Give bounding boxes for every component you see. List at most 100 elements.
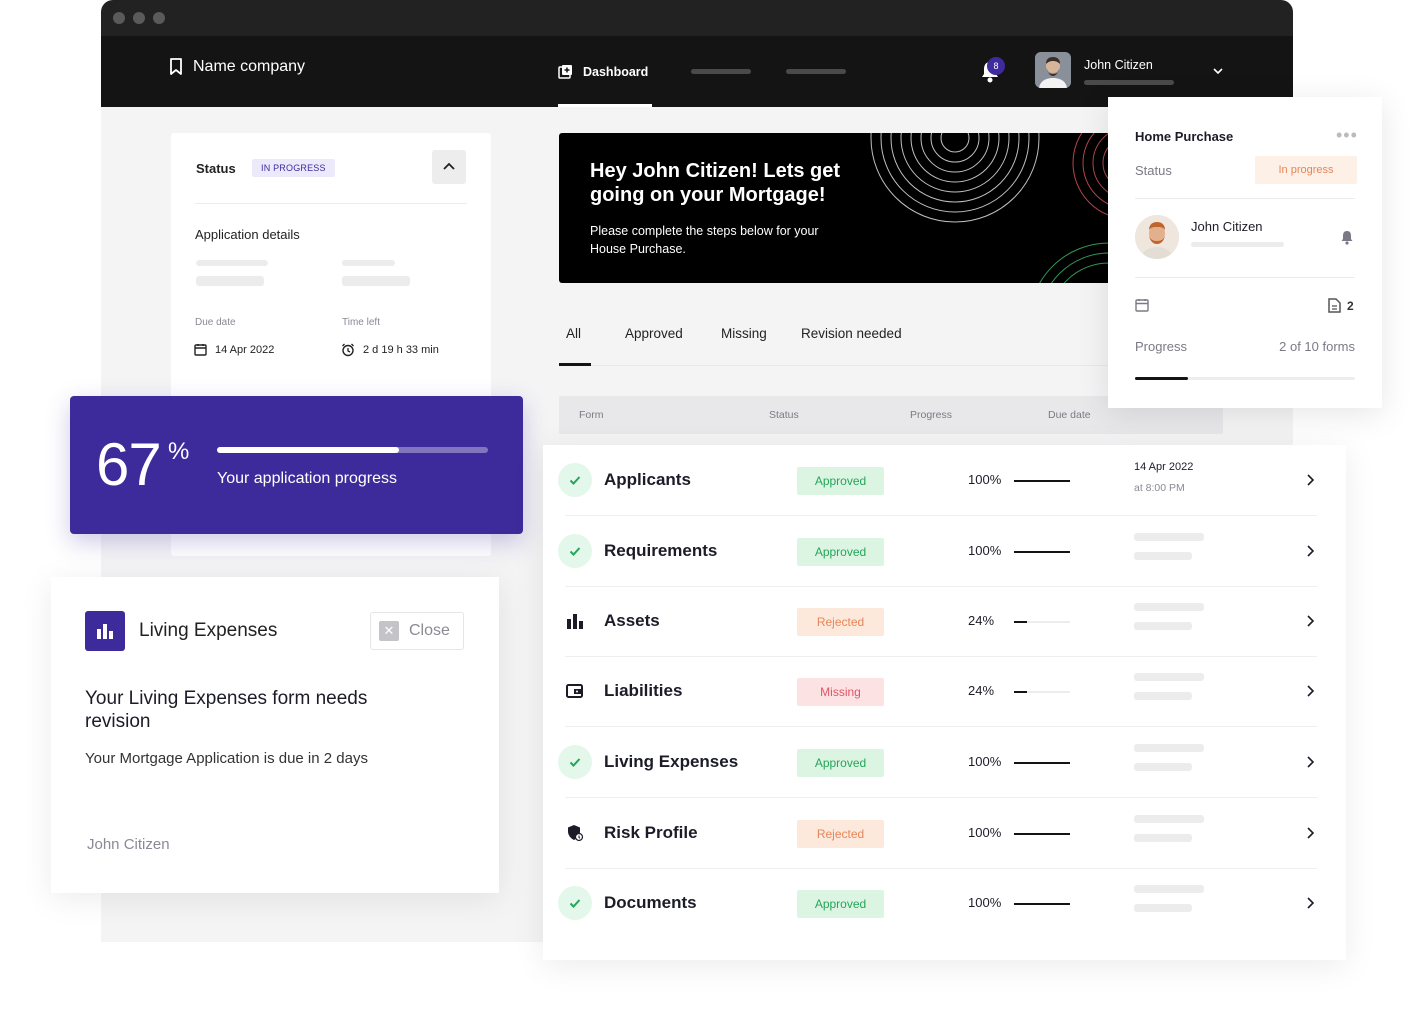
alarm-clock-icon [342,343,354,357]
close-button[interactable]: ✕ Close [370,612,464,650]
row-form-name[interactable]: Risk Profile [604,823,698,843]
window-close-dot[interactable] [113,12,125,24]
due-date-placeholder [1134,815,1204,823]
table-row[interactable]: Living Expenses Approved 100% [543,727,1346,797]
banner-title: Hey John Citizen! Lets get going on your… [590,160,841,206]
table-row[interactable]: Applicants Approved 100% 14 Apr 2022 at 8:00… [543,445,1346,515]
row-progress-percent: 100% [968,472,1002,487]
row-progress-bar [1014,903,1070,905]
chevron-down-icon[interactable] [1211,64,1225,78]
tab-all[interactable]: All [566,326,581,341]
shield-icon [558,816,592,850]
document-count: 2 [1328,298,1354,313]
due-date-placeholder [1134,552,1192,560]
user-avatar[interactable] [1035,52,1071,88]
row-progress-percent: 100% [968,895,1002,910]
nav-tab-placeholder[interactable] [786,69,846,74]
row-status-badge: Rejected [797,608,884,636]
home-purchase-progress-fill [1135,377,1188,380]
chevron-right-icon[interactable] [1303,614,1317,628]
close-icon: ✕ [379,621,399,641]
nav-tab-dashboard-label: Dashboard [583,64,649,79]
detail-placeholder [342,260,395,266]
due-date-placeholder [1134,692,1192,700]
row-progress-percent: 100% [968,543,1002,558]
avatar-portrait-icon [1135,215,1179,259]
notification-count-badge: 8 [987,57,1005,75]
due-date-text: 14 Apr 2022 [215,343,275,356]
row-form-name[interactable]: Living Expenses [604,752,738,772]
welcome-banner: Hey John Citizen! Lets get going on your… [559,133,1119,283]
table-row[interactable]: Assets Rejected 24% [543,586,1346,656]
document-icon [1328,298,1341,313]
row-form-name[interactable]: Documents [604,893,697,913]
chevron-right-icon[interactable] [1303,473,1317,487]
user-role-placeholder [1191,242,1284,247]
row-form-name[interactable]: Requirements [604,541,717,561]
chevron-right-icon[interactable] [1303,826,1317,840]
table-row[interactable]: Liabilities Missing 24% [543,656,1346,726]
row-status-badge: Approved [797,467,884,495]
chevron-right-icon[interactable] [1303,544,1317,558]
status-badge: IN PROGRESS [252,159,335,177]
row-form-name[interactable]: Assets [604,611,660,631]
chevron-right-icon[interactable] [1303,684,1317,698]
collapse-button[interactable] [432,150,466,184]
home-purchase-progress-label: Progress [1135,339,1188,354]
table-row[interactable]: Documents Approved 100% [543,868,1346,938]
wallet-icon [558,674,592,708]
row-progress-percent: 100% [968,825,1002,840]
row-form-name[interactable]: Applicants [604,470,691,490]
row-progress-bar [1014,833,1070,835]
row-form-name[interactable]: Liabilities [604,681,682,701]
status-label: Status [196,161,236,176]
row-progress-fill [1014,903,1070,905]
document-count-text: 2 [1347,298,1354,313]
bell-icon[interactable] [1340,229,1354,245]
user-avatar[interactable] [1135,215,1179,259]
detail-placeholder [342,276,410,286]
column-header-form: Form [579,409,604,421]
chevron-up-icon [443,162,455,170]
dashboard-icon [558,65,572,79]
table-row[interactable]: Requirements Approved 100% [543,516,1346,586]
company-brand[interactable]: Name company [169,58,305,76]
row-status-badge: Approved [797,538,884,566]
progress-bar-fill [217,447,399,453]
row-status-badge: Rejected [797,820,884,848]
table-row[interactable]: Risk Profile Rejected 100% [543,798,1346,868]
row-progress-fill [1014,691,1028,693]
more-options-icon[interactable]: ••• [1336,125,1358,146]
window-maximize-dot[interactable] [153,12,165,24]
check-icon [558,463,592,497]
bar-chart-icon [558,604,592,638]
tab-approved[interactable]: Approved [625,326,683,341]
chevron-right-icon[interactable] [1303,896,1317,910]
check-icon [558,534,592,568]
due-date-placeholder [1134,763,1192,771]
banner-subtitle: Please complete the steps below for your… [590,224,819,256]
divider [195,203,467,204]
nav-tab-placeholder[interactable] [691,69,751,74]
nav-tab-dashboard[interactable]: Dashboard [558,64,648,79]
row-status-badge: Approved [797,749,884,777]
due-date-placeholder [1134,834,1192,842]
tab-active-underline [559,363,591,366]
due-date-placeholder [1134,885,1204,893]
row-progress-bar [1014,480,1070,482]
row-progress-bar [1014,762,1070,764]
tab-revision-needed[interactable]: Revision needed [801,326,902,341]
column-header-progress: Progress [910,409,953,421]
window-minimize-dot[interactable] [133,12,145,24]
chevron-right-icon[interactable] [1303,755,1317,769]
home-purchase-status-badge: In progress [1255,156,1357,184]
application-progress-card: 67 % Your application progress [70,396,523,534]
detail-placeholder [196,260,268,266]
home-purchase-card: Home Purchase ••• Status In progress Joh… [1108,97,1382,408]
due-date-placeholder [1134,904,1192,912]
user-name[interactable]: John Citizen [1084,58,1153,72]
bar-chart-icon [85,611,125,651]
tab-missing[interactable]: Missing [721,326,767,341]
user-role-placeholder [1084,80,1174,85]
home-purchase-user: John Citizen [1191,219,1263,234]
